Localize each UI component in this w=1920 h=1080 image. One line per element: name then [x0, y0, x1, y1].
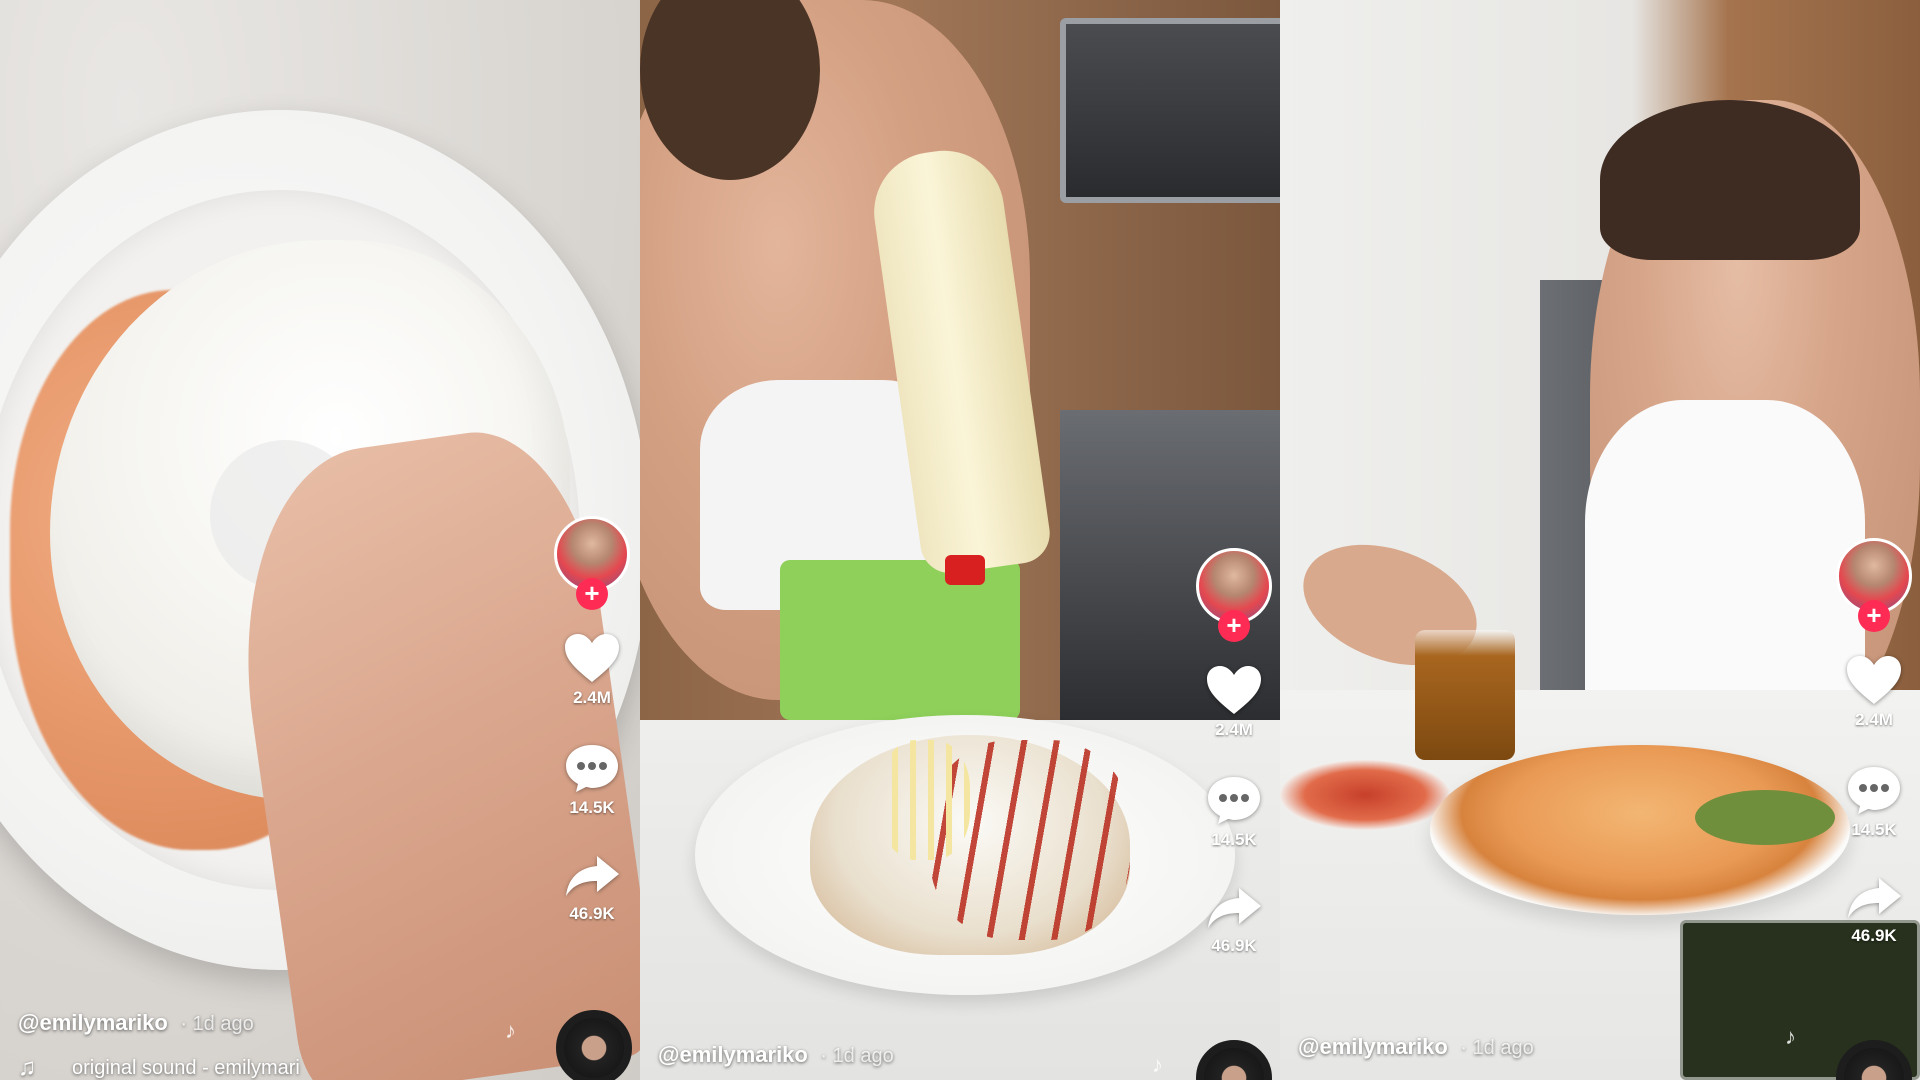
like-button[interactable]: 2.4M [1845, 654, 1903, 730]
comment-button[interactable]: 14.5K [1205, 774, 1263, 850]
like-count: 2.4M [1215, 720, 1253, 739]
heart-icon [565, 634, 619, 682]
comment-count: 14.5K [1851, 820, 1897, 839]
plus-icon[interactable]: + [576, 578, 608, 610]
heart-icon [1207, 666, 1261, 714]
mayo-drizzle [880, 740, 970, 860]
like-button[interactable]: 2.4M [563, 632, 621, 708]
action-rail: + 2.4M 14.5K 46.9K [552, 516, 632, 924]
like-count: 2.4M [1855, 710, 1893, 729]
microwave [1060, 18, 1280, 203]
avocado [1695, 790, 1835, 845]
floating-note-icon: ♪ [505, 1018, 516, 1043]
creator-avatar[interactable]: + [1836, 538, 1912, 632]
share-button[interactable]: 46.9K [1845, 874, 1903, 946]
username[interactable]: @emilymariko [1298, 1034, 1448, 1059]
caption: @emilymariko · 1d ago [658, 1042, 894, 1068]
comment-count: 14.5K [569, 798, 615, 817]
post-age: · 1d ago [1460, 1037, 1534, 1059]
share-button[interactable]: 46.9K [1205, 884, 1263, 956]
like-button[interactable]: 2.4M [1205, 664, 1263, 740]
plus-icon[interactable]: + [1218, 610, 1250, 642]
video-panel-1[interactable]: + 2.4M 14.5K 46.9K @emilymariko · 1d ago… [0, 0, 640, 1080]
post-age-value: 1d ago [192, 1013, 254, 1035]
floating-note-icon: ♪ [1152, 1052, 1163, 1077]
share-button[interactable]: 46.9K [563, 852, 621, 924]
share-arrow-icon [1208, 888, 1261, 928]
comment-count: 14.5K [1211, 830, 1257, 849]
post-age-value: 1d ago [1472, 1037, 1534, 1059]
caption: @emilymariko · 1d ago [18, 1010, 254, 1036]
post-age: · 1d ago [820, 1045, 894, 1067]
plus-icon[interactable]: + [1858, 600, 1890, 632]
caption: @emilymariko · 1d ago [1298, 1034, 1534, 1060]
creator-avatar[interactable]: + [554, 516, 630, 610]
kimchi-dish [1280, 760, 1450, 830]
comment-button[interactable]: 14.5K [1845, 764, 1903, 840]
post-age: · 1d ago [180, 1013, 254, 1035]
action-rail: + 2.4M 14.5K 46.9K [1194, 548, 1274, 956]
sound-row[interactable]: ♫ original sound - emilymari [18, 1054, 300, 1080]
iced-tea-glass [1415, 630, 1515, 760]
music-note-icon: ♫ [18, 1054, 36, 1080]
hair [1600, 100, 1860, 260]
floating-note-icon: ♪ [1785, 1024, 1796, 1049]
comment-bubble-icon [1208, 777, 1260, 824]
action-rail: + 2.4M 14.5K 46.9K [1834, 538, 1914, 946]
video-panel-2[interactable]: + 2.4M 14.5K 46.9K @emilymariko · 1d ago… [640, 0, 1280, 1080]
share-count: 46.9K [1851, 926, 1897, 945]
creator-avatar[interactable]: + [1196, 548, 1272, 642]
comment-bubble-icon [1848, 767, 1900, 814]
bottle-cap [945, 555, 985, 585]
share-arrow-icon [1848, 878, 1901, 918]
share-count: 46.9K [569, 904, 615, 923]
like-count: 2.4M [573, 688, 611, 707]
username[interactable]: @emilymariko [658, 1042, 808, 1067]
username[interactable]: @emilymariko [18, 1010, 168, 1035]
share-count: 46.9K [1211, 936, 1257, 955]
video-panel-3[interactable]: + 2.4M 14.5K 46.9K @emilymariko · 1d ago… [1280, 0, 1920, 1080]
heart-icon [1847, 656, 1901, 704]
comment-button[interactable]: 14.5K [563, 742, 621, 818]
sound-title: original sound - emilymari [72, 1056, 300, 1079]
comment-bubble-icon [566, 745, 618, 792]
post-age-value: 1d ago [832, 1045, 894, 1067]
green-skirt [780, 560, 1020, 720]
sound-disc-icon[interactable] [556, 1010, 632, 1080]
share-arrow-icon [566, 856, 619, 896]
